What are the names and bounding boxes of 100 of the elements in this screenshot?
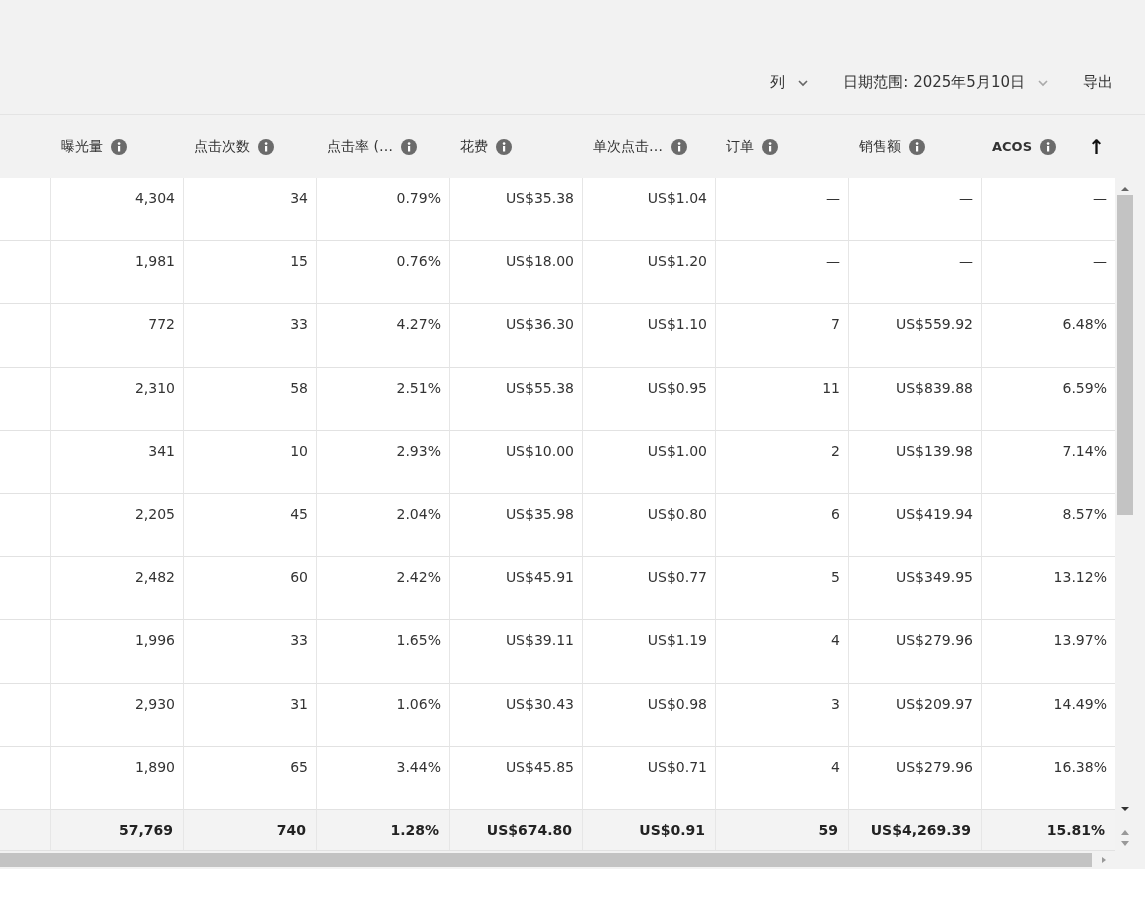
- table-cell: 14.49%: [1053, 695, 1107, 712]
- table-cell: 2,205: [134, 505, 175, 522]
- table-cell: 34: [290, 190, 308, 206]
- column-header[interactable]: ACOS: [992, 139, 1032, 154]
- column-header[interactable]: 曝光量: [61, 137, 103, 156]
- table-cell: 2.51%: [396, 379, 441, 396]
- table-cell: —: [826, 190, 840, 206]
- table-cell: US$0.98: [647, 695, 707, 712]
- table-cell: US$1.04: [647, 190, 707, 206]
- table-cell: US$10.00: [505, 442, 574, 459]
- table-cell: US$18.00: [505, 253, 574, 270]
- columns-dropdown[interactable]: 列: [770, 73, 810, 92]
- table-cell: US$45.85: [505, 758, 574, 775]
- table-cell: US$35.38: [505, 190, 574, 206]
- table-cell: US$209.97: [895, 695, 973, 712]
- table-cell: —: [959, 253, 973, 270]
- table-cell: US$139.98: [895, 442, 973, 459]
- table-cell: —: [959, 190, 973, 206]
- table-cell: 2.04%: [396, 505, 441, 522]
- table-cell: 0.79%: [396, 190, 441, 206]
- table-cell: US$1.19: [647, 632, 707, 649]
- table-cell: US$279.96: [895, 758, 973, 775]
- table-cell: 0.76%: [396, 253, 441, 270]
- table-cell: US$0.95: [647, 379, 707, 396]
- table-cell: 13.12%: [1053, 569, 1107, 586]
- column-header[interactable]: 花费: [460, 137, 488, 156]
- column-header[interactable]: 点击率 (…: [327, 137, 393, 156]
- chevron-down-icon: [1037, 78, 1049, 87]
- info-icon[interactable]: [909, 138, 925, 155]
- table-cell: 3: [831, 695, 840, 712]
- table-cell: 2.42%: [396, 569, 441, 586]
- table-cell: 1,981: [134, 253, 175, 270]
- table-cell: 2,310: [134, 379, 175, 396]
- table-cell: US$419.94: [895, 505, 973, 522]
- table-cell: 5: [831, 569, 840, 586]
- table-cell: 31: [290, 695, 308, 712]
- table-cell: 4,304: [134, 190, 175, 206]
- table-cell: US$559.92: [895, 316, 973, 333]
- total-cell: 59: [818, 821, 838, 838]
- table-cell: 11: [822, 379, 840, 396]
- table-cell: 33: [290, 632, 308, 649]
- table-cell: US$0.77: [647, 569, 707, 586]
- total-cell: 740: [276, 821, 306, 838]
- scroll-right-arrow-icon[interactable]: [1100, 855, 1108, 864]
- table-cell: 2.93%: [396, 442, 441, 459]
- column-header[interactable]: 单次点击…: [593, 137, 663, 156]
- info-icon[interactable]: [496, 138, 512, 155]
- table-cell: 4: [831, 758, 840, 775]
- total-cell: US$4,269.39: [870, 821, 971, 838]
- total-cell: 57,769: [118, 821, 173, 838]
- total-cell: 15.81%: [1046, 821, 1105, 838]
- table-cell: 10: [290, 442, 308, 459]
- table-cell: 6.59%: [1062, 379, 1107, 396]
- table-cell: US$36.30: [505, 316, 574, 333]
- chevron-down-icon: [797, 78, 810, 87]
- table-cell: US$839.88: [895, 379, 973, 396]
- sort-arrow[interactable]: ↑: [1088, 135, 1105, 159]
- info-icon[interactable]: [400, 138, 417, 155]
- info-icon[interactable]: [762, 138, 778, 155]
- export-button[interactable]: 导出: [1083, 73, 1113, 92]
- table-cell: 58: [290, 379, 308, 396]
- table-cell: US$1.00: [647, 442, 707, 459]
- table-cell: US$349.95: [895, 569, 973, 586]
- table-cell: 2,482: [134, 569, 175, 586]
- table-cell: 6.48%: [1062, 316, 1107, 333]
- table-cell: 16.38%: [1053, 758, 1107, 775]
- table-cell: 8.57%: [1062, 505, 1107, 522]
- table-cell: 772: [148, 316, 175, 333]
- table-cell: 3.44%: [396, 758, 441, 775]
- table-cell: 13.97%: [1053, 632, 1107, 649]
- column-header[interactable]: 订单: [726, 137, 754, 156]
- info-icon[interactable]: [258, 138, 274, 155]
- table-cell: US$30.43: [505, 695, 574, 712]
- table-cell: US$279.96: [895, 632, 973, 649]
- table-cell: 1,996: [134, 632, 175, 649]
- table-cell: 1.06%: [396, 695, 441, 712]
- table-cell: 1.65%: [396, 632, 441, 649]
- table-cell: US$55.38: [505, 379, 574, 396]
- table-cell: US$35.98: [505, 505, 574, 522]
- date-range-dropdown[interactable]: 日期范围: 2025年5月10日: [843, 73, 1049, 92]
- table-cell: 2: [831, 442, 840, 459]
- info-icon[interactable]: [671, 138, 687, 155]
- column-header[interactable]: 点击次数: [194, 137, 250, 156]
- table-cell: 4: [831, 632, 840, 649]
- total-cell: 1.28%: [390, 821, 439, 838]
- scroll-up-arrow-icon[interactable]: [1120, 185, 1130, 193]
- table-cell: US$1.10: [647, 316, 707, 333]
- table-cell: US$39.11: [505, 632, 574, 649]
- column-header[interactable]: 销售额: [859, 137, 901, 156]
- info-icon[interactable]: [1040, 138, 1056, 155]
- table-cell: 7: [831, 316, 840, 333]
- info-icon[interactable]: [111, 138, 127, 155]
- table-cell: US$0.80: [647, 505, 707, 522]
- table-cell: US$0.71: [647, 758, 707, 775]
- table-cell: —: [826, 253, 840, 270]
- table-cell: 65: [290, 758, 308, 775]
- table-cell: 33: [290, 316, 308, 333]
- table-cell: 60: [290, 569, 308, 586]
- table-cell: 4.27%: [396, 316, 441, 333]
- scroll-down-arrow-icon[interactable]: [1120, 805, 1130, 813]
